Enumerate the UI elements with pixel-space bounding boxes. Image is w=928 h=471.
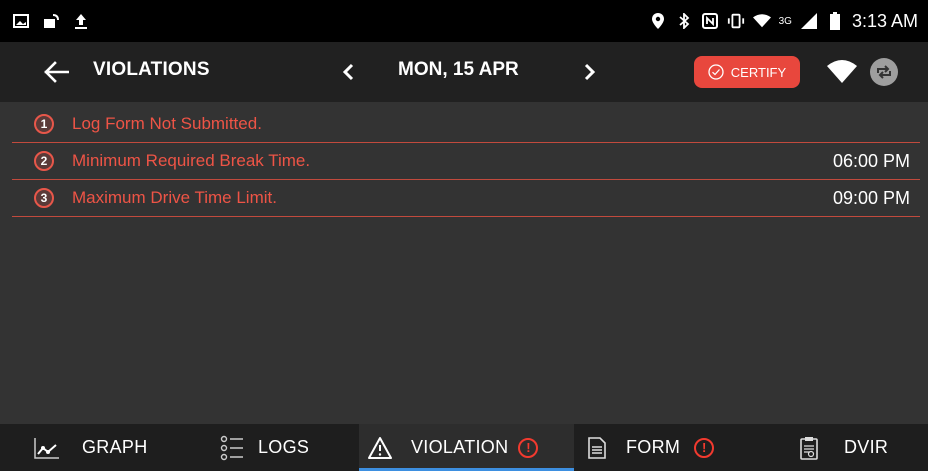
violation-time: 06:00 PM [832,150,910,171]
status-bar: 3G 3:13 AM [0,0,928,42]
arrow-left-icon [44,61,69,83]
violation-number: 2 [34,151,54,171]
previous-day-button[interactable] [336,57,360,87]
bottom-navigation: GRAPH LOGS VIOLATION ! FORM ! DVIR [0,424,928,471]
violation-alert-icon: ! [518,437,539,458]
form-alert-icon: ! [694,437,715,458]
tab-violation-label: VIOLATION [411,437,509,457]
violation-time: 09:00 PM [832,187,910,208]
certify-button[interactable]: CERTIFY [694,56,800,88]
list-item[interactable]: 1 Log Form Not Submitted. [12,106,920,143]
violation-number: 3 [34,188,54,208]
signal-icon [800,12,818,30]
wifi-icon [752,12,771,30]
cast-icon [42,12,60,30]
wifi-status-icon [826,60,858,84]
warning-icon [368,436,392,459]
sync-icon [877,65,891,79]
vibrate-icon [727,12,745,30]
clipboard-icon [800,436,818,460]
tab-form-label: FORM [626,437,681,457]
tab-violation[interactable]: VIOLATION ! [359,424,574,471]
location-icon [649,12,667,30]
tab-logs-label: LOGS [258,437,310,457]
tab-form[interactable]: FORM ! [574,424,784,471]
graph-icon [34,437,59,459]
app-bar: VIOLATIONS MON, 15 APR CERTIFY [0,42,928,102]
tab-logs[interactable]: LOGS [186,424,359,471]
list-item[interactable]: 2 Minimum Required Break Time. 06:00 PM [12,143,920,180]
gallery-icon [12,12,30,30]
violation-text: Log Form Not Submitted. [72,114,262,133]
current-date: MON, 15 APR [398,59,519,80]
check-circle-icon [708,64,724,80]
tab-dvir-label: DVIR [844,437,889,457]
back-button[interactable] [40,56,72,88]
list-item[interactable]: 3 Maximum Drive Time Limit. 09:00 PM [12,180,920,217]
document-icon [588,436,606,459]
page-title: VIOLATIONS [93,59,210,80]
network-type: 3G [778,15,792,27]
upload-icon [72,12,90,30]
sync-button[interactable] [870,58,898,86]
violations-list: 1 Log Form Not Submitted. 2 Minimum Requ… [12,106,920,217]
next-day-button[interactable] [578,57,602,87]
tab-graph-label: GRAPH [82,437,148,457]
violation-text: Minimum Required Break Time. [72,151,311,170]
certify-label: CERTIFY [730,64,787,80]
list-icon [220,435,243,460]
violation-text: Maximum Drive Time Limit. [72,188,277,207]
nfc-icon [701,12,719,30]
bluetooth-icon [675,12,693,30]
tab-graph[interactable]: GRAPH [0,424,186,471]
violation-number: 1 [34,114,54,134]
chevron-left-icon [342,63,354,81]
battery-icon [826,12,844,30]
clock: 3:13 AM [851,10,918,31]
tab-dvir[interactable]: DVIR [784,424,928,471]
chevron-right-icon [584,63,596,81]
